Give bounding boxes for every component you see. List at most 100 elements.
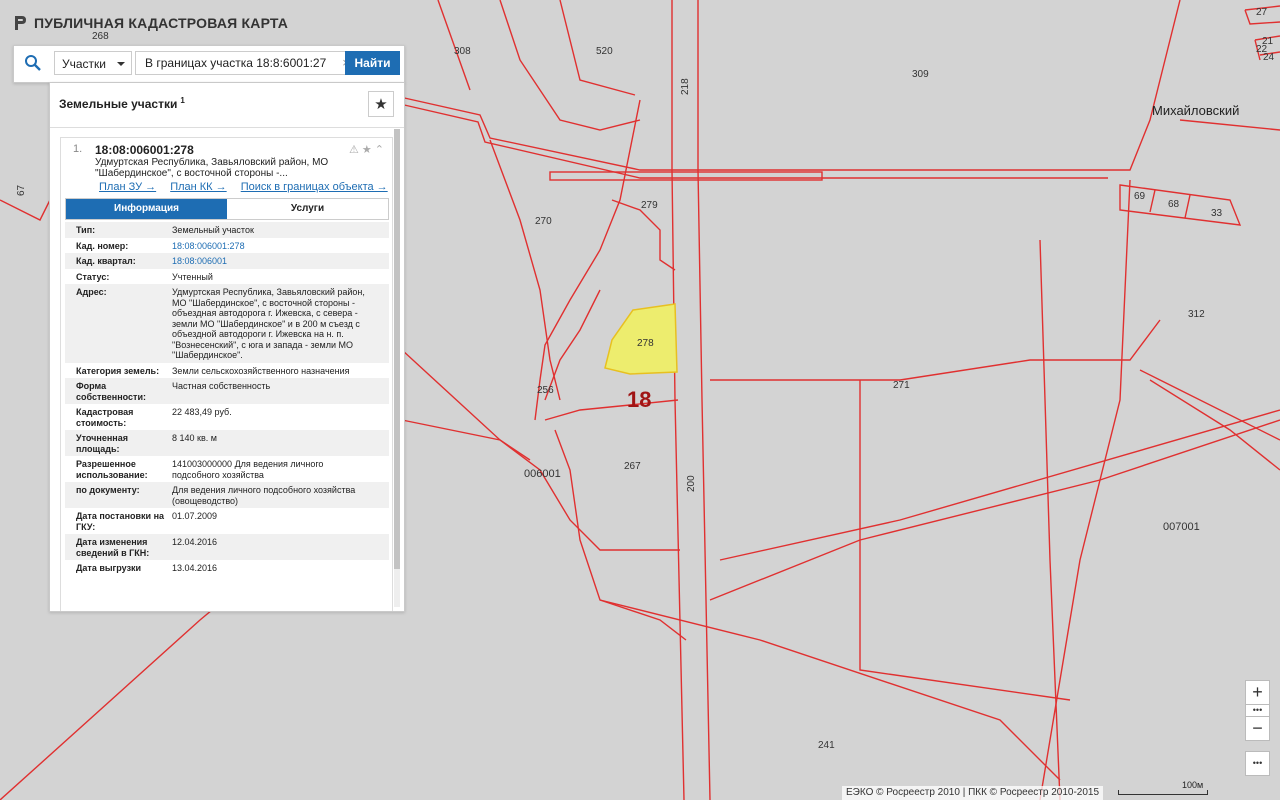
attr-key: Категория земель: [76,365,160,376]
parcel-label: 24 [1263,52,1275,63]
search-bar: Участки В границах участка 18:8:6001:27 … [13,45,405,83]
parcel-label: 270 [535,216,552,227]
favorites-star-button[interactable]: ★ [368,91,394,117]
attr-row: по документу: Для ведения личного подсобн… [65,482,389,508]
result-index: 1. [73,143,83,155]
chevron-down-icon [117,62,125,66]
attr-value: Земли сельскохозяйственного назначения [172,365,350,376]
attr-key: Разрешенное использование: [76,459,148,480]
brand: ПУБЛИЧНАЯ КАДАСТРОВАЯ КАРТА [12,14,288,32]
parcel-label: 312 [1188,309,1205,320]
parcel-label: 267 [624,461,641,472]
attr-key: Уточненная площадь: [76,433,128,454]
attr-row: Кад. квартал: 18:08:006001 [65,253,389,269]
attr-row: Дата изменения сведений в ГКН: 12.04.2016 [65,534,389,560]
search-type-select[interactable]: Участки [54,51,132,75]
attr-value: 13.04.2016 [172,563,218,573]
warning-icon[interactable]: ⚠ [349,144,362,156]
parcel-label: 271 [893,380,910,391]
panel-scrollbar[interactable] [394,129,400,607]
parcel-label: 520 [596,46,613,57]
attr-row: Тип: Земельный участок [65,222,389,238]
quarter-number-label: 006001 [524,468,561,480]
attr-key: Дата постановки на ГКУ: [76,511,165,532]
attr-key: Дата выгрузки [76,563,142,573]
attr-key: по документу: [76,485,140,495]
attr-key: Форма собственности: [76,381,146,402]
zoom-in-button[interactable]: + [1245,680,1270,705]
attr-value: Удмуртская Республика, Завьяловский райо… [172,287,365,360]
parcel-label: 241 [818,740,835,751]
attr-row: Форма собственности: Частная собственност… [65,378,389,404]
parcel-label: 256 [537,385,554,396]
search-type-label: Участки [62,57,106,71]
panel-title: Земельные участки 1 [59,96,185,111]
attr-key: Статус: [76,271,110,282]
cad-number-link[interactable]: 18:08:006001:278 [172,241,372,252]
map-credits: ЕЭКО © Росреестр 2010 | ПКК © Росреестр … [842,786,1104,800]
attr-row: Кад. номер: 18:08:006001:278 [65,238,389,254]
attr-key: Кад. квартал: [76,256,136,266]
parcel-label: 200 [686,475,697,492]
attr-row: Адрес: Удмуртская Республика, Завьяловски… [65,284,389,363]
more-tools-button[interactable]: ••• [1245,751,1270,776]
attr-row: Кадастровая стоимость: 22 483,49 руб. [65,404,389,430]
attributes-table: Тип: Земельный участок Кад. номер: 18:08:0… [65,222,389,576]
quarter-number-label: 007001 [1163,521,1200,533]
parcel-label: 68 [1168,199,1180,210]
result-tabs: Информация Услуги [65,198,389,220]
plan-zu-link[interactable]: План ЗУ → [99,181,156,193]
attr-row: Статус: Учтенный [65,269,389,285]
attr-value: Для ведения личного подсобного хозяйства… [172,485,356,506]
attr-key: Кадастровая стоимость: [76,407,134,428]
results-panel: Земельные участки 1 ★ 1. 18:08:006001:278… [49,82,405,612]
attr-value: 22 483,49 руб. [172,407,232,417]
scale-bar-line [1118,790,1208,795]
attr-row: Категория земель: Земли сельскохозяйствен… [65,363,389,379]
search-icon[interactable] [24,54,42,72]
scrollbar-thumb[interactable] [394,129,400,569]
parcel-label: 69 [1134,191,1146,202]
find-button[interactable]: Найти [345,51,400,75]
attr-value: Частная собственность [172,381,271,391]
parcel-label: 278 [637,338,654,349]
attr-row: Дата постановки на ГКУ: 01.07.2009 [65,508,389,534]
attr-key: Адрес: [76,287,107,297]
search-in-bounds-link[interactable]: Поиск в границах объекта → [241,181,388,193]
result-cad-number[interactable]: 18:08:006001:278 [95,143,194,157]
result-links: План ЗУ → План КК → Поиск в границах объ… [99,181,399,193]
result-actions: ⚠★⌃ [349,143,387,156]
attr-key: Кад. номер: [76,240,129,251]
collapse-icon[interactable]: ⌃ [375,144,387,156]
parcel-label: 279 [641,200,658,211]
tab-services[interactable]: Услуги [227,199,388,219]
tab-information[interactable]: Информация [66,199,227,219]
cad-quarter-link[interactable]: 18:08:006001 [172,256,372,267]
attr-key: Дата изменения сведений в ГКН: [76,537,150,558]
quarter-label: 18 [627,387,652,412]
parcel-label: 308 [454,46,471,57]
result-card: 1. 18:08:006001:278 Удмуртская Республик… [60,137,393,611]
attr-row: Уточненная площадь: 8 140 кв. м [65,430,389,456]
scale-label: 100м [1182,780,1204,790]
attr-value: 141003000000 Для ведения личного подсобн… [172,459,324,480]
pkk-logo-icon [15,16,26,30]
attr-value: Учтенный [172,271,213,282]
scale-bar: 100м [1118,780,1208,795]
result-address: Удмуртская Республика, Завьяловский райо… [95,157,329,179]
plan-kk-link[interactable]: План КК → [170,181,226,193]
page-title: ПУБЛИЧНАЯ КАДАСТРОВАЯ КАРТА [34,15,289,31]
attr-value: 01.07.2009 [172,511,218,521]
attr-key: Тип: [76,225,96,235]
star-icon[interactable]: ★ [362,144,375,156]
result-count: 1 [180,96,185,105]
parcel-label: 67 [16,184,27,196]
search-input[interactable]: В границах участка 18:8:6001:27 [135,51,357,75]
attr-row: Дата выгрузки 13.04.2016 [65,560,389,576]
attr-value: 8 140 кв. м [172,433,217,443]
attr-value: 12.04.2016 [172,537,218,547]
zoom-out-button[interactable]: − [1245,716,1270,741]
divider [50,127,404,128]
panel-title-text: Земельные участки [59,97,178,111]
attr-value: Земельный участок [172,225,254,235]
